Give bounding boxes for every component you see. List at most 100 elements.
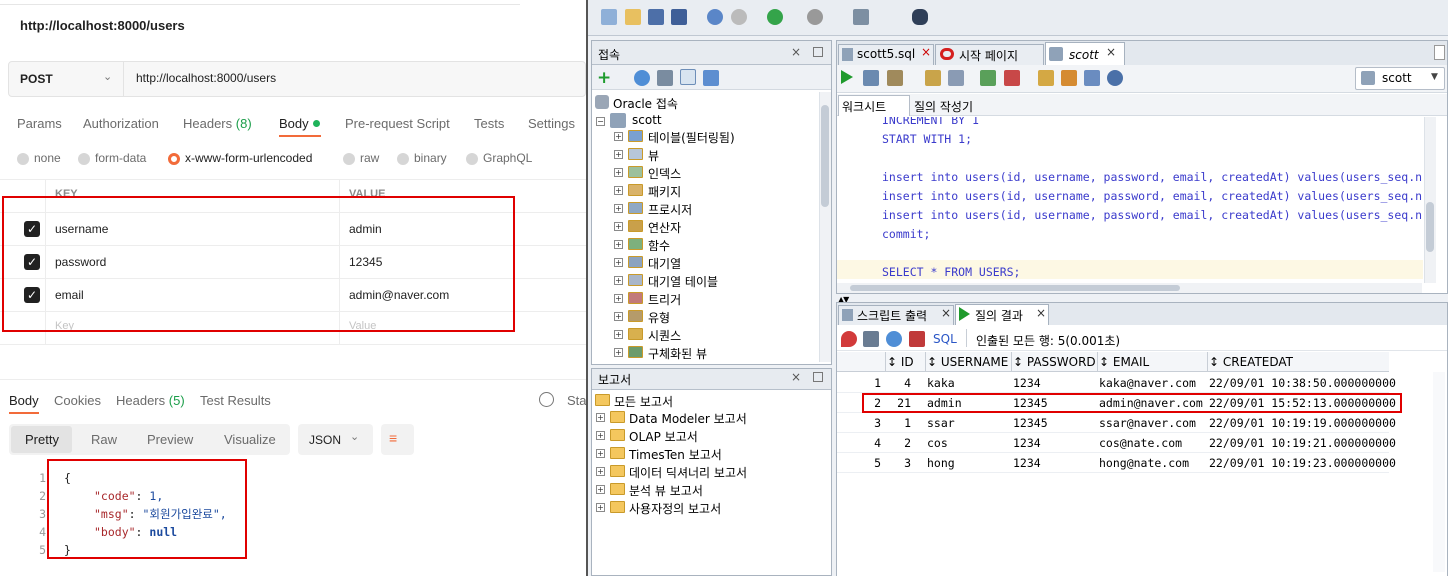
grid-cell[interactable]: cos@nate.com <box>1099 436 1182 450</box>
expand-icon[interactable]: + <box>596 431 605 440</box>
autotrace-icon[interactable] <box>887 70 903 86</box>
grid-column-header[interactable]: ↕ EMAIL <box>1099 355 1149 369</box>
grid-cell[interactable]: ssar <box>927 416 955 430</box>
refresh-icon[interactable] <box>886 331 902 347</box>
grid-cell[interactable]: 12345 <box>1013 416 1048 430</box>
grid-column-header[interactable]: ↕ USERNAME <box>927 355 1008 369</box>
resp-tab-test-results[interactable]: Test Results <box>200 393 271 408</box>
sql-tuning-icon[interactable] <box>948 70 964 86</box>
tab-list-icon[interactable] <box>1434 45 1445 60</box>
report-node[interactable]: 사용자정의 보고서 <box>629 500 721 517</box>
grid-cell[interactable]: 22/09/01 10:19:21.000000000 <box>1209 436 1396 450</box>
grid-cell[interactable]: 2 <box>885 436 911 450</box>
tab-settings[interactable]: Settings <box>528 116 575 131</box>
report-node[interactable]: 데이터 딕셔너리 보고서 <box>629 464 747 481</box>
tab-pre-request-script[interactable]: Pre-request Script <box>345 116 450 131</box>
grid-cell[interactable]: 1234 <box>1013 436 1041 450</box>
view-mode-raw[interactable]: Raw <box>91 432 117 447</box>
explain-plan-icon[interactable] <box>925 70 941 86</box>
table-row[interactable]: 1 4 kaka 1234 kaka@naver.com 22/09/01 10:38:5… <box>837 373 1396 393</box>
report-node[interactable]: 분석 뷰 보고서 <box>629 482 703 499</box>
grid-cell[interactable]: 4 <box>885 376 911 390</box>
expand-icon[interactable]: + <box>614 132 623 141</box>
tab-params[interactable]: Params <box>17 116 62 131</box>
wrap-lines-button[interactable] <box>381 424 414 455</box>
url-input[interactable]: http://localhost:8000/users <box>136 71 276 85</box>
open-icon[interactable] <box>625 9 641 25</box>
sql-link[interactable]: SQL <box>933 332 957 346</box>
table-row[interactable]: 4 2 cos 1234 cos@nate.com 22/09/01 10:19:21.0… <box>837 433 1396 453</box>
expand-icon[interactable]: + <box>614 276 623 285</box>
close-icon[interactable]: × <box>1106 45 1116 59</box>
tree-node[interactable]: 인덱스 <box>648 165 681 182</box>
commit-icon[interactable] <box>980 70 996 86</box>
report-node[interactable]: Data Modeler 보고서 <box>629 410 747 427</box>
minimize-icon[interactable] <box>813 372 823 382</box>
expand-icon[interactable]: + <box>614 204 623 213</box>
save-icon[interactable] <box>648 9 664 25</box>
tree-node[interactable]: 트리거 <box>648 291 681 308</box>
tab-authorization[interactable]: Authorization <box>83 116 159 131</box>
tree-node[interactable]: 대기열 테이블 <box>648 273 718 290</box>
delete-icon[interactable] <box>909 331 925 347</box>
editor-vscrollbar[interactable] <box>1424 117 1436 283</box>
tree-node[interactable]: 대기열 <box>648 255 681 272</box>
tree-node[interactable]: 연산자 <box>648 219 681 236</box>
expand-icon[interactable]: + <box>614 186 623 195</box>
clear-icon[interactable] <box>1061 70 1077 86</box>
grid-column-header[interactable]: ↕ PASSWORD <box>1013 355 1096 369</box>
radio-binary[interactable] <box>397 153 409 165</box>
resp-tab-headers[interactable]: Headers (5) <box>116 393 185 408</box>
forward-icon[interactable] <box>807 9 823 25</box>
grid-cell[interactable]: kaka <box>927 376 955 390</box>
expand-icon[interactable]: + <box>614 294 623 303</box>
run-statement-icon[interactable] <box>841 70 853 84</box>
close-icon[interactable]: × <box>1036 306 1046 320</box>
tab-body[interactable]: Body <box>279 116 309 131</box>
expand-icon[interactable]: + <box>614 150 623 159</box>
run-script-icon[interactable] <box>863 70 879 86</box>
tree-node[interactable]: 프로시저 <box>648 201 692 218</box>
grid-cell[interactable]: 3 <box>885 456 911 470</box>
radio-raw[interactable] <box>343 153 355 165</box>
editor-vscrollbar-thumb[interactable] <box>1426 202 1434 252</box>
grid-column-header[interactable]: ↕ CREATEDAT <box>1209 355 1293 369</box>
expand-icon[interactable]: + <box>596 449 605 458</box>
expand-icon[interactable]: + <box>614 348 623 357</box>
grid-cell[interactable]: 22/09/01 10:19:19.000000000 <box>1209 416 1396 430</box>
view-mode-preview[interactable]: Preview <box>147 432 193 447</box>
expand-icon[interactable]: + <box>596 413 605 422</box>
undo-icon[interactable] <box>707 9 723 25</box>
radio-graphql[interactable] <box>466 153 478 165</box>
tree-root-oracle[interactable]: Oracle 접속 <box>613 95 678 112</box>
expand-icon[interactable]: + <box>614 168 623 177</box>
tree-node[interactable]: 구체화된 뷰 <box>648 345 707 362</box>
view-mode-visualize[interactable]: Visualize <box>224 432 276 447</box>
close-icon[interactable]: × <box>921 45 931 59</box>
tree-node[interactable]: 패키지 <box>648 183 681 200</box>
tree-node[interactable]: 뷰 <box>648 147 659 164</box>
table-row[interactable]: 3 1 ssar 12345 ssar@naver.com 22/09/01 10:19:… <box>837 413 1396 433</box>
format-icon[interactable] <box>1084 70 1100 86</box>
expand-icon[interactable]: + <box>614 222 623 231</box>
collapse-icon[interactable]: − <box>596 117 605 126</box>
chevron-down-icon[interactable]: ⌄ <box>103 70 112 83</box>
tree-node[interactable]: 테이블(필터링됨) <box>648 129 735 146</box>
report-node[interactable]: OLAP 보고서 <box>629 428 698 445</box>
monitor-icon[interactable] <box>1107 70 1123 86</box>
view-mode-pretty[interactable]: Pretty <box>25 432 59 447</box>
sql-editor[interactable]: INCREMENT BY 1 START WITH 1; insert into u… <box>837 117 1445 283</box>
grid-cell[interactable]: 1234 <box>1013 456 1041 470</box>
grid-scrollbar[interactable] <box>1433 372 1445 572</box>
tree-node[interactable]: 함수 <box>648 237 670 254</box>
reports-root[interactable]: 모든 보고서 <box>614 393 673 410</box>
globe-icon[interactable] <box>539 392 554 407</box>
resp-tab-body[interactable]: Body <box>9 393 39 408</box>
radio-x-www-form-urlencoded[interactable] <box>168 153 180 165</box>
close-icon[interactable]: × <box>791 45 801 59</box>
resp-tab-cookies[interactable]: Cookies <box>54 393 101 408</box>
close-icon[interactable]: × <box>941 306 951 320</box>
add-icon[interactable]: + <box>597 68 611 88</box>
grid-cell[interactable]: hong <box>927 456 955 470</box>
grid-cell[interactable]: 1 <box>885 416 911 430</box>
